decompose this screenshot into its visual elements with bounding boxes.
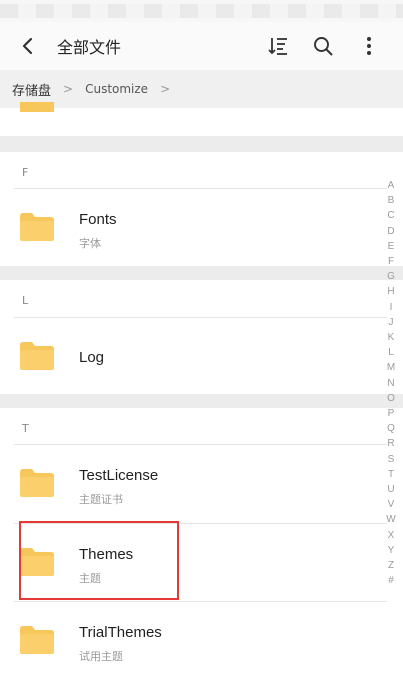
item-subtitle: 主题证书 — [79, 493, 123, 506]
section-t: T TestLicense 主题证书 Themes 主题 TrialThemes… — [0, 408, 403, 680]
alpha-index-letter[interactable]: W — [385, 512, 397, 527]
page-title: 全部文件 — [57, 38, 122, 57]
alpha-index-letter[interactable]: K — [385, 330, 397, 345]
search-icon — [314, 37, 333, 56]
breadcrumb-item-customize[interactable]: Customize — [85, 82, 148, 96]
alpha-index-letter[interactable]: Y — [385, 543, 397, 558]
alpha-index-letter[interactable]: L — [385, 345, 397, 360]
alpha-index-letter[interactable]: I — [385, 300, 397, 315]
section-letter: T — [22, 422, 29, 435]
folder-icon — [20, 626, 54, 654]
list-item[interactable]: TestLicense 主题证书 — [0, 445, 380, 521]
alpha-index-letter[interactable]: S — [385, 452, 397, 467]
item-name: Themes — [79, 546, 134, 563]
list-card-partial — [0, 102, 403, 136]
item-name: TrialThemes — [79, 624, 162, 641]
folder-icon — [20, 469, 54, 497]
section-l: L Log — [0, 280, 403, 394]
alpha-index-letter[interactable]: O — [385, 391, 397, 406]
alpha-index-letter[interactable]: N — [385, 376, 397, 391]
alpha-index-letter[interactable]: B — [385, 193, 397, 208]
status-bar — [0, 0, 403, 22]
alpha-index-letter[interactable]: A — [385, 178, 397, 193]
alpha-index-letter[interactable]: H — [385, 284, 397, 299]
back-button[interactable] — [14, 32, 42, 60]
alpha-index-letter[interactable]: X — [385, 528, 397, 543]
breadcrumb: 存储盘 > Customize > — [0, 70, 403, 108]
more-options-button[interactable] — [355, 32, 383, 60]
alpha-index-letter[interactable]: Q — [385, 421, 397, 436]
item-subtitle: 字体 — [79, 237, 101, 250]
search-button[interactable] — [309, 32, 337, 60]
breadcrumb-root[interactable]: 存储盘 — [12, 80, 51, 99]
folder-icon — [20, 548, 54, 576]
breadcrumb-separator-icon: > — [63, 82, 74, 96]
list-item[interactable]: Log — [0, 318, 380, 394]
item-subtitle: 试用主题 — [79, 650, 123, 663]
alpha-index-letter[interactable]: J — [385, 315, 397, 330]
section-letter: L — [22, 294, 29, 307]
breadcrumb-separator-icon: > — [160, 82, 171, 96]
sort-icon — [268, 38, 287, 55]
alpha-index-letter[interactable]: T — [385, 467, 397, 482]
item-subtitle: 主题 — [79, 572, 101, 585]
alpha-index-letter[interactable]: D — [385, 224, 397, 239]
file-manager-screen: 全部文件 存储盘 > Customize > F Fonts 字体 L Log … — [0, 0, 403, 680]
alpha-index-letter[interactable]: Z — [385, 558, 397, 573]
chevron-left-icon — [22, 37, 33, 55]
folder-icon — [20, 213, 54, 241]
list-item[interactable]: Fonts 字体 — [0, 189, 380, 265]
alpha-index-letter[interactable]: # — [385, 573, 397, 588]
list-item[interactable]: Themes 主题 — [0, 523, 380, 599]
alpha-index-letter[interactable]: U — [385, 482, 397, 497]
alphabet-index[interactable]: A B C D E F G H I J K L M N O P Q R S T U V W X Y Z # — [385, 178, 397, 588]
item-name: Log — [79, 349, 105, 366]
alpha-index-letter[interactable]: C — [385, 208, 397, 223]
item-name: Fonts — [79, 211, 117, 228]
alpha-index-letter[interactable]: P — [385, 406, 397, 421]
item-name: TestLicense — [79, 467, 159, 484]
alpha-index-letter[interactable]: G — [385, 269, 397, 284]
sort-button[interactable] — [264, 32, 292, 60]
section-f: F Fonts 字体 — [0, 152, 403, 266]
alpha-index-letter[interactable]: M — [385, 360, 397, 375]
alpha-index-letter[interactable]: V — [385, 497, 397, 512]
alpha-index-letter[interactable]: R — [385, 436, 397, 451]
section-letter: F — [22, 166, 29, 179]
folder-icon — [20, 102, 54, 112]
folder-icon — [20, 342, 54, 370]
list-item[interactable]: TrialThemes 试用主题 — [0, 601, 380, 677]
alpha-index-letter[interactable]: F — [385, 254, 397, 269]
alpha-index-letter[interactable]: E — [385, 239, 397, 254]
app-header: 全部文件 — [0, 22, 403, 70]
more-vertical-icon — [367, 37, 371, 55]
